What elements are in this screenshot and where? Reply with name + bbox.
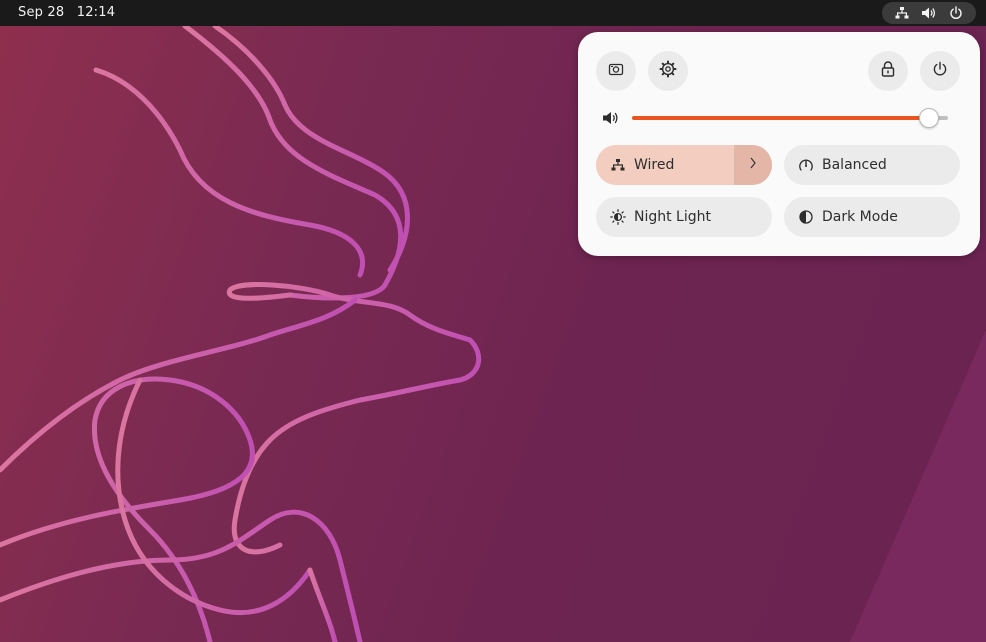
- power-mode-icon: [798, 157, 814, 173]
- system-menu-button[interactable]: [882, 2, 976, 24]
- power-off-button[interactable]: [920, 51, 960, 91]
- dark-mode-icon: [798, 209, 814, 225]
- volume-slider[interactable]: [632, 108, 948, 128]
- lock-icon: [881, 61, 895, 81]
- top-bar: Sep 28 12:14: [0, 0, 986, 26]
- volume-slider-knob[interactable]: [919, 108, 940, 128]
- volume-row: [602, 106, 958, 130]
- wired-toggle[interactable]: Wired: [596, 145, 772, 185]
- clock-date: Sep 28: [18, 5, 65, 20]
- settings-icon: [659, 60, 677, 82]
- night-light-icon: [610, 209, 626, 225]
- clock-time: 12:14: [76, 5, 116, 20]
- power-icon: [932, 61, 948, 81]
- wired-label: Wired: [634, 157, 675, 173]
- quick-settings-panel: Wired Balanced Night Light Dark Mode: [578, 32, 980, 256]
- desktop: Sep 28 12:14 Wired Balanced Night Light …: [0, 0, 986, 642]
- volume-icon: [602, 110, 620, 126]
- power-icon: [948, 5, 964, 21]
- power-mode-toggle[interactable]: Balanced: [784, 145, 960, 185]
- dark-mode-label: Dark Mode: [822, 209, 898, 225]
- lock-button[interactable]: [868, 51, 908, 91]
- clock[interactable]: Sep 28 12:14: [10, 0, 123, 26]
- night-light-label: Night Light: [634, 209, 711, 225]
- screenshot-button[interactable]: [596, 51, 636, 91]
- settings-button[interactable]: [648, 51, 688, 91]
- volume-icon: [921, 5, 937, 21]
- night-light-toggle[interactable]: Night Light: [596, 197, 772, 237]
- volume-slider-fill: [632, 116, 930, 120]
- network-wired-icon: [894, 5, 910, 21]
- dark-mode-toggle[interactable]: Dark Mode: [784, 197, 960, 237]
- power-mode-label: Balanced: [822, 157, 887, 173]
- wired-menu-button[interactable]: [734, 145, 772, 185]
- network-wired-icon: [610, 157, 626, 173]
- screenshot-icon: [608, 61, 624, 81]
- chevron-right-icon: [749, 156, 757, 174]
